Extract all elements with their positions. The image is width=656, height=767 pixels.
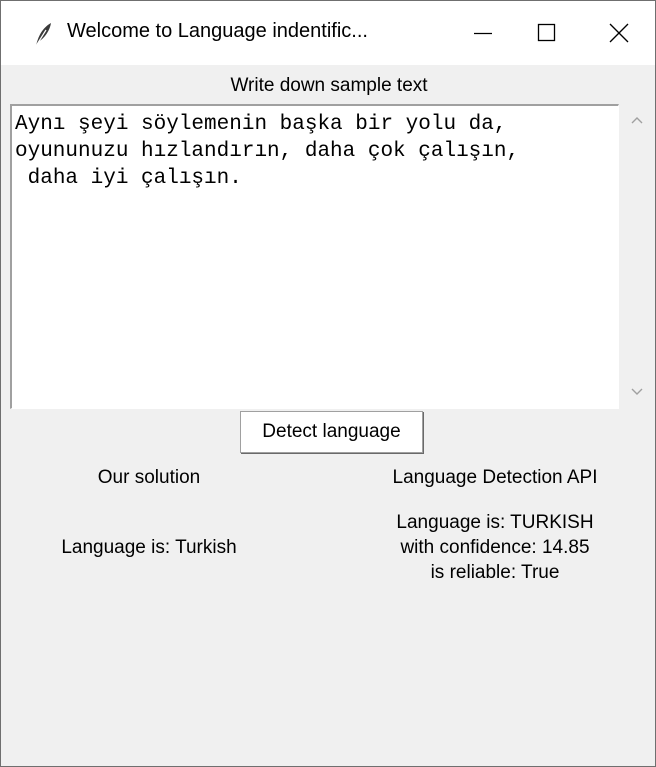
feather-icon [31,21,55,47]
sample-text-content[interactable]: Aynı şeyi söylemenin başka bir yolu da, … [12,106,618,192]
minimize-button[interactable] [447,1,519,65]
api-result-confidence: with confidence: 14.85 [400,537,590,558]
vertical-scrollbar[interactable] [619,104,655,408]
title-bar[interactable]: Welcome to Language indentific... [1,1,655,65]
api-result-reliable: is reliable: True [430,562,560,583]
minimize-icon [474,32,492,35]
window-title: Welcome to Language indentific... [67,20,368,42]
api-result: Language is: TURKISH with confidence: 14… [367,510,623,585]
close-icon [609,23,629,43]
our-solution-result: Language is: Turkish [61,537,237,558]
close-button[interactable] [583,1,655,65]
chevron-down-icon[interactable] [629,386,645,398]
api-heading: Language Detection API [392,467,598,488]
chevron-up-icon[interactable] [629,114,645,126]
sample-text-input[interactable]: Aynı şeyi söylemenin başka bir yolu da, … [10,104,619,409]
our-solution-heading: Our solution [97,467,201,488]
api-result-language: Language is: TURKISH [396,512,594,533]
maximize-icon [537,23,556,42]
maximize-button[interactable] [511,1,583,65]
sample-text-label: Write down sample text [230,75,428,96]
app-window: Welcome to Language indentific... Write … [0,0,656,767]
detect-language-button[interactable]: Detect language [240,411,423,453]
